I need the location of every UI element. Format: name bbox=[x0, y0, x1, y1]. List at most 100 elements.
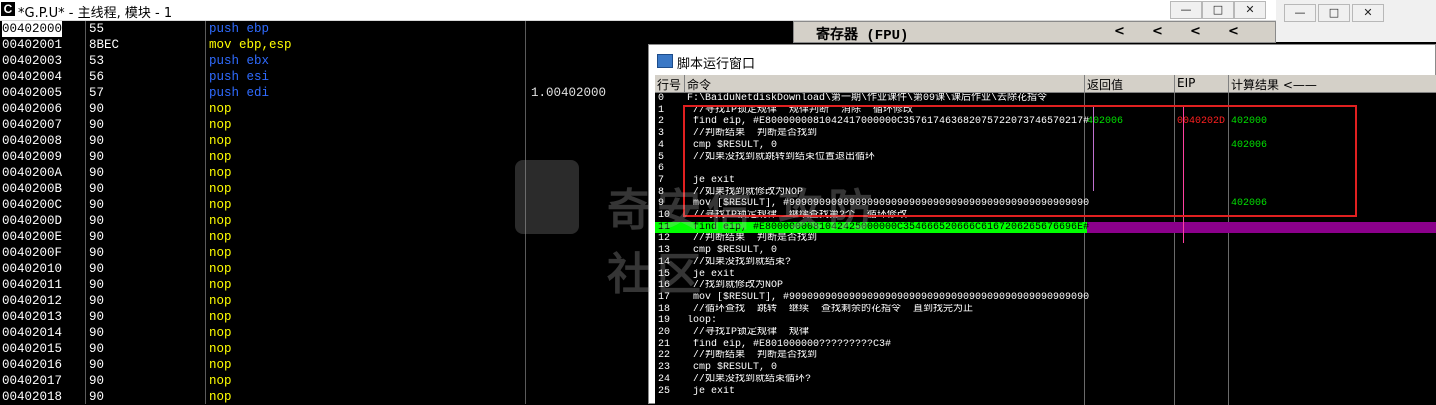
close-button[interactable]: ✕ bbox=[1234, 1, 1266, 19]
script-line[interactable]: 14 //如果没找到就结束? bbox=[655, 257, 1436, 269]
script-line[interactable]: 19 loop: bbox=[655, 315, 1436, 327]
return-trace-line bbox=[1093, 107, 1094, 191]
script-command: je exit bbox=[693, 268, 736, 280]
script-command: mov [$RESULT], #909090909090909090909090… bbox=[693, 198, 1089, 210]
script-command: //寻找IP锁定规律 规律 bbox=[693, 327, 810, 338]
register-arrow-button[interactable]: < bbox=[1228, 24, 1239, 39]
disasm-instruction: nop bbox=[209, 198, 232, 212]
line-number: 5 bbox=[658, 151, 665, 163]
script-command: cmp $RESULT, 0 bbox=[693, 139, 778, 151]
script-line[interactable]: 2 find eip, #E8000000081042417000000C3576… bbox=[655, 116, 1436, 128]
disasm-instruction: nop bbox=[209, 342, 232, 356]
script-line[interactable]: 6 bbox=[655, 163, 1436, 175]
disasm-bytes: 90 bbox=[89, 134, 105, 148]
script-line[interactable]: 25 je exit bbox=[655, 386, 1436, 398]
script-window-titlebar: 脚本运行窗口 bbox=[649, 45, 1435, 75]
script-command: //如果没找到就结束? bbox=[693, 256, 792, 268]
script-command: find eip, #E8000000081042417000000C35761… bbox=[693, 116, 1089, 128]
disasm-address: 00402003 bbox=[2, 54, 63, 68]
script-line[interactable]: 22 //判断结果 判断是否找到 bbox=[655, 350, 1436, 362]
script-line[interactable]: 9 mov [$RESULT], #90909090909090909090909… bbox=[655, 198, 1436, 210]
column-header-eip[interactable]: EIP bbox=[1177, 76, 1195, 90]
script-line[interactable]: 3 //判断结果 判断是否找到 bbox=[655, 128, 1436, 140]
script-line[interactable]: 1 //寻找IP锁定规律 规律判断 消除 循环修改 bbox=[655, 105, 1436, 117]
disasm-bytes: 90 bbox=[89, 214, 105, 228]
disasm-instruction: push ebp bbox=[209, 22, 270, 36]
column-header-command[interactable]: 命令 bbox=[687, 76, 711, 93]
register-arrow-button[interactable]: < bbox=[1190, 24, 1201, 39]
disasm-address: 00402018 bbox=[2, 390, 63, 404]
script-line[interactable]: 23 cmp $RESULT, 0 bbox=[655, 362, 1436, 374]
disasm-bytes: 90 bbox=[89, 262, 105, 276]
script-line[interactable]: 16 //找到就修改为NOP bbox=[655, 280, 1436, 292]
line-number: 24 bbox=[658, 373, 671, 385]
script-line[interactable]: 20 //寻找IP锁定规律 规律 bbox=[655, 327, 1436, 339]
disasm-bytes: 90 bbox=[89, 150, 105, 164]
script-line[interactable]: 13 cmp $RESULT, 0 bbox=[655, 245, 1436, 257]
script-line[interactable]: 7 je exit bbox=[655, 175, 1436, 187]
line-number: 4 bbox=[658, 139, 665, 151]
disasm-bytes: 90 bbox=[89, 102, 105, 116]
current-line-marker bbox=[1087, 221, 1436, 234]
disasm-instruction: push esi bbox=[209, 70, 270, 84]
disasm-bytes: 90 bbox=[89, 326, 105, 340]
script-line[interactable]: 15 je exit bbox=[655, 269, 1436, 281]
script-line[interactable]: 17 mov [$RESULT], #9090909090909090909090… bbox=[655, 292, 1436, 304]
minimize-button[interactable]: — bbox=[1170, 1, 1202, 19]
disasm-instruction: push edi bbox=[209, 86, 270, 100]
script-line[interactable]: 12 //判断结果 判断是否找到 bbox=[655, 233, 1436, 245]
column-header-return[interactable]: 返回值 bbox=[1087, 76, 1123, 93]
bg-maximize-button[interactable]: □ bbox=[1318, 4, 1350, 22]
script-command: //寻找IP锁定规律 规律判断 消除 循环修改 bbox=[693, 104, 914, 116]
disasm-address: 00402011 bbox=[2, 278, 63, 292]
result-value: 402006 bbox=[1231, 139, 1268, 151]
line-number: 25 bbox=[658, 385, 671, 397]
header-divider bbox=[1174, 75, 1175, 92]
result-value: 402000 bbox=[1231, 116, 1268, 128]
disasm-instruction: nop bbox=[209, 246, 232, 260]
disasm-bytes: 90 bbox=[89, 342, 105, 356]
script-command: //如果没找到就跳转到结束位置退出循环 bbox=[693, 151, 876, 163]
script-line[interactable]: 18 //循环查找 跳转 继续 查找剩余的花指令 直到找完为止 bbox=[655, 304, 1436, 316]
column-header-line[interactable]: 行号 bbox=[657, 76, 681, 93]
script-run-window[interactable]: 脚本运行窗口 行号 命令 返回值 EIP 计算结果 <—— 0 F:\BaiduN… bbox=[648, 44, 1436, 405]
disasm-instruction: nop bbox=[209, 358, 232, 372]
register-arrow-button[interactable]: < bbox=[1152, 24, 1163, 39]
script-lines-grid[interactable]: 0 F:\BaiduNetdiskDownload\第一期\作业课件\第09课\课… bbox=[655, 93, 1436, 405]
disasm-bytes: 56 bbox=[89, 70, 105, 84]
line-number: 2 bbox=[658, 116, 665, 128]
bg-close-button[interactable]: ✕ bbox=[1352, 4, 1384, 22]
script-line[interactable]: 8 //如果找到就修改为NOP bbox=[655, 187, 1436, 199]
disasm-instruction: push ebx bbox=[209, 54, 270, 68]
script-line[interactable]: 21 find eip, #E801000000?????????C3# bbox=[655, 339, 1436, 351]
script-line-current[interactable]: 11 find eip, #E8000000081042425000000C354… bbox=[655, 221, 1436, 234]
disasm-instruction: nop bbox=[209, 166, 232, 180]
script-line[interactable]: 0 F:\BaiduNetdiskDownload\第一期\作业课件\第09课\课… bbox=[655, 93, 1436, 105]
line-number: 0 bbox=[658, 93, 665, 104]
register-panel-title: 寄存器 (FPU) bbox=[816, 28, 909, 44]
script-command: //找到就修改为NOP bbox=[693, 280, 784, 292]
maximize-button[interactable]: □ bbox=[1202, 1, 1234, 19]
script-command: //判断结果 判断是否找到 bbox=[693, 350, 818, 362]
script-command: cmp $RESULT, 0 bbox=[693, 362, 778, 374]
disasm-row[interactable]: 00402000 55 push ebp bbox=[0, 21, 793, 37]
line-number: 3 bbox=[658, 128, 665, 140]
disasm-instruction: nop bbox=[209, 326, 232, 340]
script-command: find eip, #E801000000?????????C3# bbox=[693, 338, 892, 350]
disasm-instruction: nop bbox=[209, 262, 232, 276]
line-number: 14 bbox=[658, 256, 671, 268]
column-header-result[interactable]: 计算结果 <—— bbox=[1231, 76, 1317, 93]
script-line[interactable]: 10 //寻找IP锁定规律 继续查找第2个 循环修改 bbox=[655, 210, 1436, 222]
register-panel-header[interactable]: 寄存器 (FPU) < < < < bbox=[793, 21, 1276, 44]
disasm-bytes: 90 bbox=[89, 294, 105, 308]
disasm-instruction: nop bbox=[209, 102, 232, 116]
script-command: //判断结果 判断是否找到 bbox=[693, 233, 818, 245]
bg-minimize-button[interactable]: — bbox=[1284, 4, 1316, 22]
script-line[interactable]: 4 cmp $RESULT, 0 402006 bbox=[655, 140, 1436, 152]
script-line[interactable]: 5 //如果没找到就跳转到结束位置退出循环 bbox=[655, 152, 1436, 164]
line-number: 16 bbox=[658, 280, 671, 292]
register-arrow-button[interactable]: < bbox=[1114, 24, 1125, 39]
header-divider bbox=[684, 75, 685, 92]
script-line[interactable]: 24 //如果没找到就结束循环? bbox=[655, 374, 1436, 386]
line-number: 21 bbox=[658, 338, 671, 350]
